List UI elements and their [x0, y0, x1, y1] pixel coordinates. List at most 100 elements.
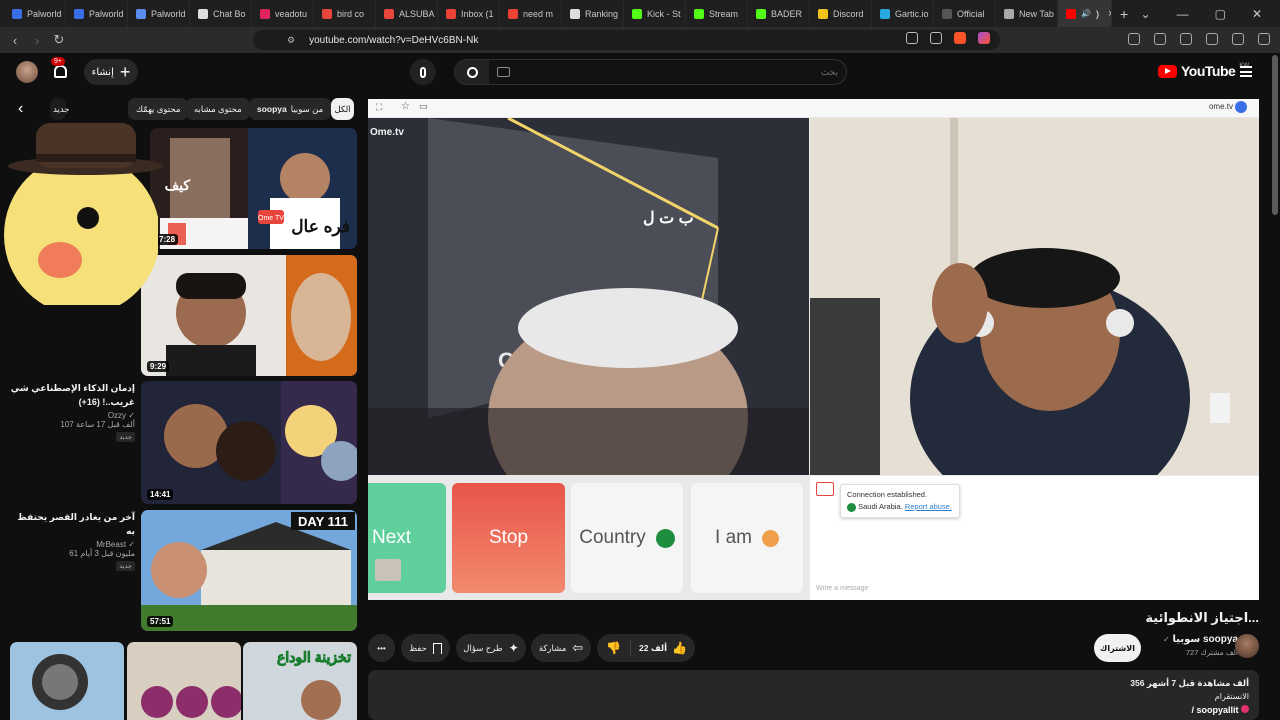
chips-left-arrow-icon[interactable]: ‹ — [18, 100, 23, 118]
translate-icon[interactable] — [906, 32, 918, 44]
rec-thumbnail[interactable]: فره عال كيف Ome TV 7:28 — [150, 128, 357, 249]
chat-icon[interactable]: ▭ — [419, 101, 428, 112]
browser-tab-active[interactable]: 🔊) × — [1058, 0, 1112, 27]
browser-tab[interactable]: New Tab — [996, 0, 1058, 27]
browser-tab[interactable]: bird co — [314, 0, 376, 27]
browser-tab[interactable]: ALSUBA — [376, 0, 438, 27]
tab-search-icon[interactable]: ⌄ — [1141, 7, 1151, 21]
chip-all[interactable]: الكل — [331, 98, 354, 120]
site-info-icon[interactable]: ⚙ — [287, 35, 295, 46]
rec-thumbnail[interactable]: تخزينة الوداع — [243, 642, 357, 720]
keyboard-icon[interactable] — [497, 67, 510, 77]
gender-button[interactable]: I am — [691, 483, 803, 593]
rec-info[interactable]: إدمان الذكاء الإصطناعي شي غريب..! (16+) … — [10, 381, 135, 442]
browser-tab[interactable]: BADER — [748, 0, 810, 27]
url-text[interactable]: youtube.com/watch?v=DeHVc6BN-Nk — [309, 35, 478, 46]
rec-title[interactable]: آخر من يغادر القصر يحتفظ به — [10, 510, 135, 538]
browser-tab[interactable]: Official — [934, 0, 996, 27]
rec-thumbnail[interactable] — [127, 642, 241, 720]
audio-icon[interactable]: 🔊 — [1081, 9, 1091, 18]
browser-tab[interactable]: Palworld — [4, 0, 66, 27]
create-button[interactable]: إنشاء + — [84, 59, 138, 85]
browser-tab[interactable]: Palworld — [128, 0, 190, 27]
close-window-icon[interactable]: ✕ — [1252, 7, 1262, 21]
browser-tab[interactable]: Palworld — [66, 0, 128, 27]
fullscreen-icon[interactable]: ⛶ — [376, 102, 382, 113]
share-button[interactable]: مشاركة ⇦ — [531, 634, 591, 662]
like-button[interactable]: 22 ألف 👍 — [631, 641, 695, 655]
browser-tab[interactable]: Stream — [686, 0, 748, 27]
search-button[interactable] — [455, 60, 489, 84]
report-abuse-link[interactable]: Report abuse. — [905, 502, 952, 511]
rec-thumbnail[interactable]: DAY 111 57:51 — [141, 510, 357, 631]
forward-icon[interactable]: › — [26, 33, 48, 48]
rec-channel[interactable]: Ozzy ✓ — [10, 411, 135, 420]
menu-icon[interactable] — [1258, 33, 1270, 45]
voice-search-button[interactable] — [410, 59, 436, 85]
sidebar-icon[interactable] — [1154, 33, 1166, 45]
browser-tab[interactable]: Chat Bo — [190, 0, 252, 27]
rec-thumbnail[interactable] — [10, 642, 124, 720]
ask-button[interactable]: طرح سؤال ✦ — [456, 634, 526, 662]
search-box[interactable] — [454, 59, 847, 85]
browser-tab[interactable]: Kick - St — [624, 0, 686, 27]
save-button[interactable]: حفظ — [401, 634, 450, 662]
close-tab-icon[interactable]: × — [1108, 8, 1111, 20]
vpn-icon[interactable] — [1232, 33, 1244, 45]
browser-tab[interactable]: Gartic.io — [872, 0, 934, 27]
maximize-icon[interactable]: ▢ — [1215, 7, 1226, 21]
minimize-icon[interactable]: — — [1177, 7, 1189, 21]
cast-icon[interactable] — [930, 32, 942, 44]
channel-name[interactable]: سوبيا soopya — [1173, 634, 1239, 645]
address-bar[interactable]: ⚙ youtube.com/watch?v=DeHVc6BN-Nk — [253, 30, 1000, 50]
browser-tab[interactable]: Ranking — [562, 0, 624, 27]
video-player[interactable]: ⛶ ☆ ▭ ome.tv ب ت ل OVC Ome.tv Next Stop — [368, 99, 1259, 600]
media-icon[interactable] — [1128, 33, 1140, 45]
chip-for-you[interactable]: محتوى يهمّك — [128, 98, 189, 120]
rec-title[interactable]: إدمان الذكاء الإصطناعي شي غريب..! (16+) — [10, 381, 135, 409]
flag-small-icon — [847, 502, 856, 512]
guide-menu-icon[interactable] — [1240, 66, 1252, 77]
account-avatar[interactable] — [16, 61, 38, 83]
brave-rewards-icon[interactable] — [978, 32, 990, 44]
new-tab-button[interactable]: + — [1120, 6, 1128, 22]
chip-similar[interactable]: محتوى مشابه — [186, 98, 250, 120]
notification-count: 9+ — [51, 57, 65, 66]
browser-tab[interactable]: veadotu — [252, 0, 314, 27]
browser-tab[interactable]: Discord — [810, 0, 872, 27]
dislike-button[interactable]: 👎 — [597, 641, 631, 655]
chip-new[interactable]: جديد — [50, 98, 70, 120]
message-input[interactable]: Write a message — [816, 585, 868, 592]
chip-from-channel[interactable]: soopya من سوبيا — [249, 98, 332, 120]
brave-shield-icon[interactable] — [954, 32, 966, 44]
channel-avatar[interactable] — [1235, 634, 1259, 658]
subscribe-button[interactable]: الاشتراك — [1094, 634, 1141, 662]
thumb-day-text: DAY 111 — [298, 514, 348, 529]
youtube-logo[interactable]: YouTube KW — [1158, 63, 1249, 79]
browser-tab[interactable]: Inbox (1 — [438, 0, 500, 27]
rec-thumbnail[interactable]: 9:29 — [141, 255, 357, 376]
more-actions-button[interactable]: ••• — [368, 634, 395, 662]
chat-panel: Connection established. Saudi Arabia. Re… — [810, 476, 1259, 600]
notifications-button[interactable]: 9+ — [51, 57, 69, 80]
channel-info[interactable]: ✓ سوبيا soopya 727 ألف مشترك — [1163, 634, 1238, 657]
tab-favicon-icon — [508, 8, 518, 19]
rec-info[interactable]: آخر من يغادر القصر يحتفظ به MrBeast ✓ 61… — [10, 510, 135, 571]
browser-tab[interactable]: need m — [500, 0, 562, 27]
wallet-icon[interactable] — [1180, 33, 1192, 45]
leo-icon[interactable] — [1206, 33, 1218, 45]
instagram-link[interactable]: / soopyallit — [1191, 705, 1249, 715]
tab-label: BADER — [771, 8, 803, 19]
country-button[interactable]: Country — [571, 483, 683, 593]
search-input[interactable] — [538, 64, 838, 80]
back-icon[interactable]: ‹ — [4, 33, 26, 48]
star-icon[interactable]: ☆ — [401, 101, 410, 112]
description-box[interactable]: 356 ألف مشاهدة قبل 7 أشهر الانستقرام / s… — [368, 670, 1259, 720]
tab-label: ) — [1095, 8, 1099, 19]
stop-button[interactable]: Stop — [452, 483, 565, 593]
page-scrollbar[interactable] — [1272, 55, 1278, 215]
rec-channel[interactable]: MrBeast ✓ — [10, 540, 135, 549]
rec-thumbnail[interactable]: 14:41 — [141, 381, 357, 504]
youtube-header: 9+ إنشاء + YouTube KW — [0, 53, 1280, 93]
reload-icon[interactable]: ↻ — [48, 32, 70, 48]
